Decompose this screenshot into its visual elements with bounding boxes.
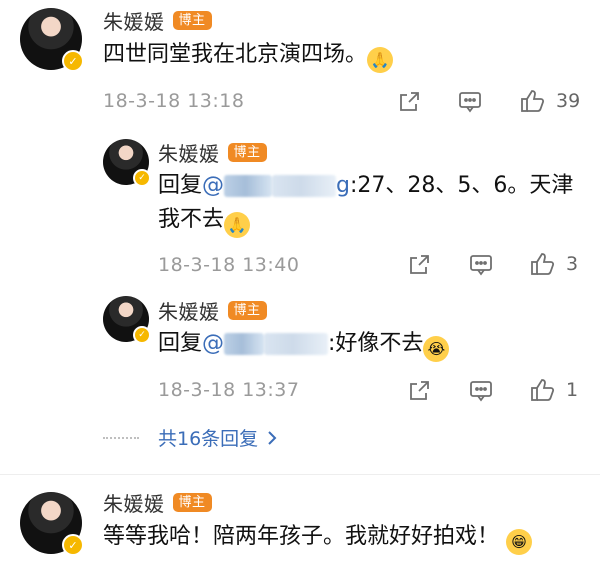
avatar[interactable]: ✓ [20,8,84,72]
avatar[interactable]: ✓ [103,296,151,344]
comment-text: 四世同堂我在北京演四场。 🙏 [103,38,394,73]
comment-icon[interactable] [469,380,493,402]
blurred-username [224,175,273,197]
reply-text: 回复@:好像不去 😭 [158,327,450,362]
author-name[interactable]: 朱媛媛 博主 [158,296,267,325]
author-name[interactable]: 朱媛媛 博主 [103,488,212,517]
blogger-tag: 博主 [172,11,212,30]
comment-divider [0,474,600,475]
divider-dots [103,437,139,439]
pray-emoji: 🙏 [224,212,251,239]
blogger-tag: 博主 [172,493,212,512]
verified-badge-icon: ✓ [62,50,84,72]
author-name[interactable]: 朱媛媛 博主 [158,138,267,167]
avatar[interactable]: ✓ [103,139,151,187]
mention-link[interactable]: @ [202,331,329,356]
more-replies-link[interactable]: 共16条回复 [158,424,278,451]
share-icon[interactable] [408,380,430,402]
like-count: 1 [566,379,579,401]
blurred-username [224,333,265,355]
mention-link[interactable]: @ g [202,173,350,198]
pray-emoji: 🙏 [367,47,394,73]
thumbs-up-icon[interactable] [520,89,546,113]
blurred-username [264,333,329,355]
crying-emoji: 😭 [423,336,450,362]
share-icon[interactable] [408,254,430,276]
comment-icon[interactable] [458,91,482,113]
reply-time: 18-3-18 13:37 [158,379,300,401]
author-name[interactable]: 朱媛媛 博主 [103,6,212,35]
like-count: 39 [556,90,581,112]
verified-badge-icon: ✓ [133,169,151,187]
blurred-username [272,175,337,197]
like-count: 3 [566,253,579,275]
comment-icon[interactable] [469,254,493,276]
comment-text: 等等我哈！陪两年孩子。我就好好拍戏！ 😁 [103,520,533,555]
blogger-tag: 博主 [227,301,267,320]
thumbs-up-icon[interactable] [530,378,556,402]
reply-text: 回复@ g:27、28、5、6。天津我不去 🙏 [158,169,588,239]
chevron-right-icon [268,430,277,445]
blogger-tag: 博主 [227,143,267,162]
thumbs-up-icon[interactable] [530,252,556,276]
comment-time: 18-3-18 13:18 [103,90,245,112]
avatar[interactable]: ✓ [20,492,84,556]
reply-time: 18-3-18 13:40 [158,254,300,276]
verified-badge-icon: ✓ [62,534,84,556]
grin-emoji: 😁 [506,529,533,555]
share-icon[interactable] [398,91,420,113]
verified-badge-icon: ✓ [133,326,151,344]
